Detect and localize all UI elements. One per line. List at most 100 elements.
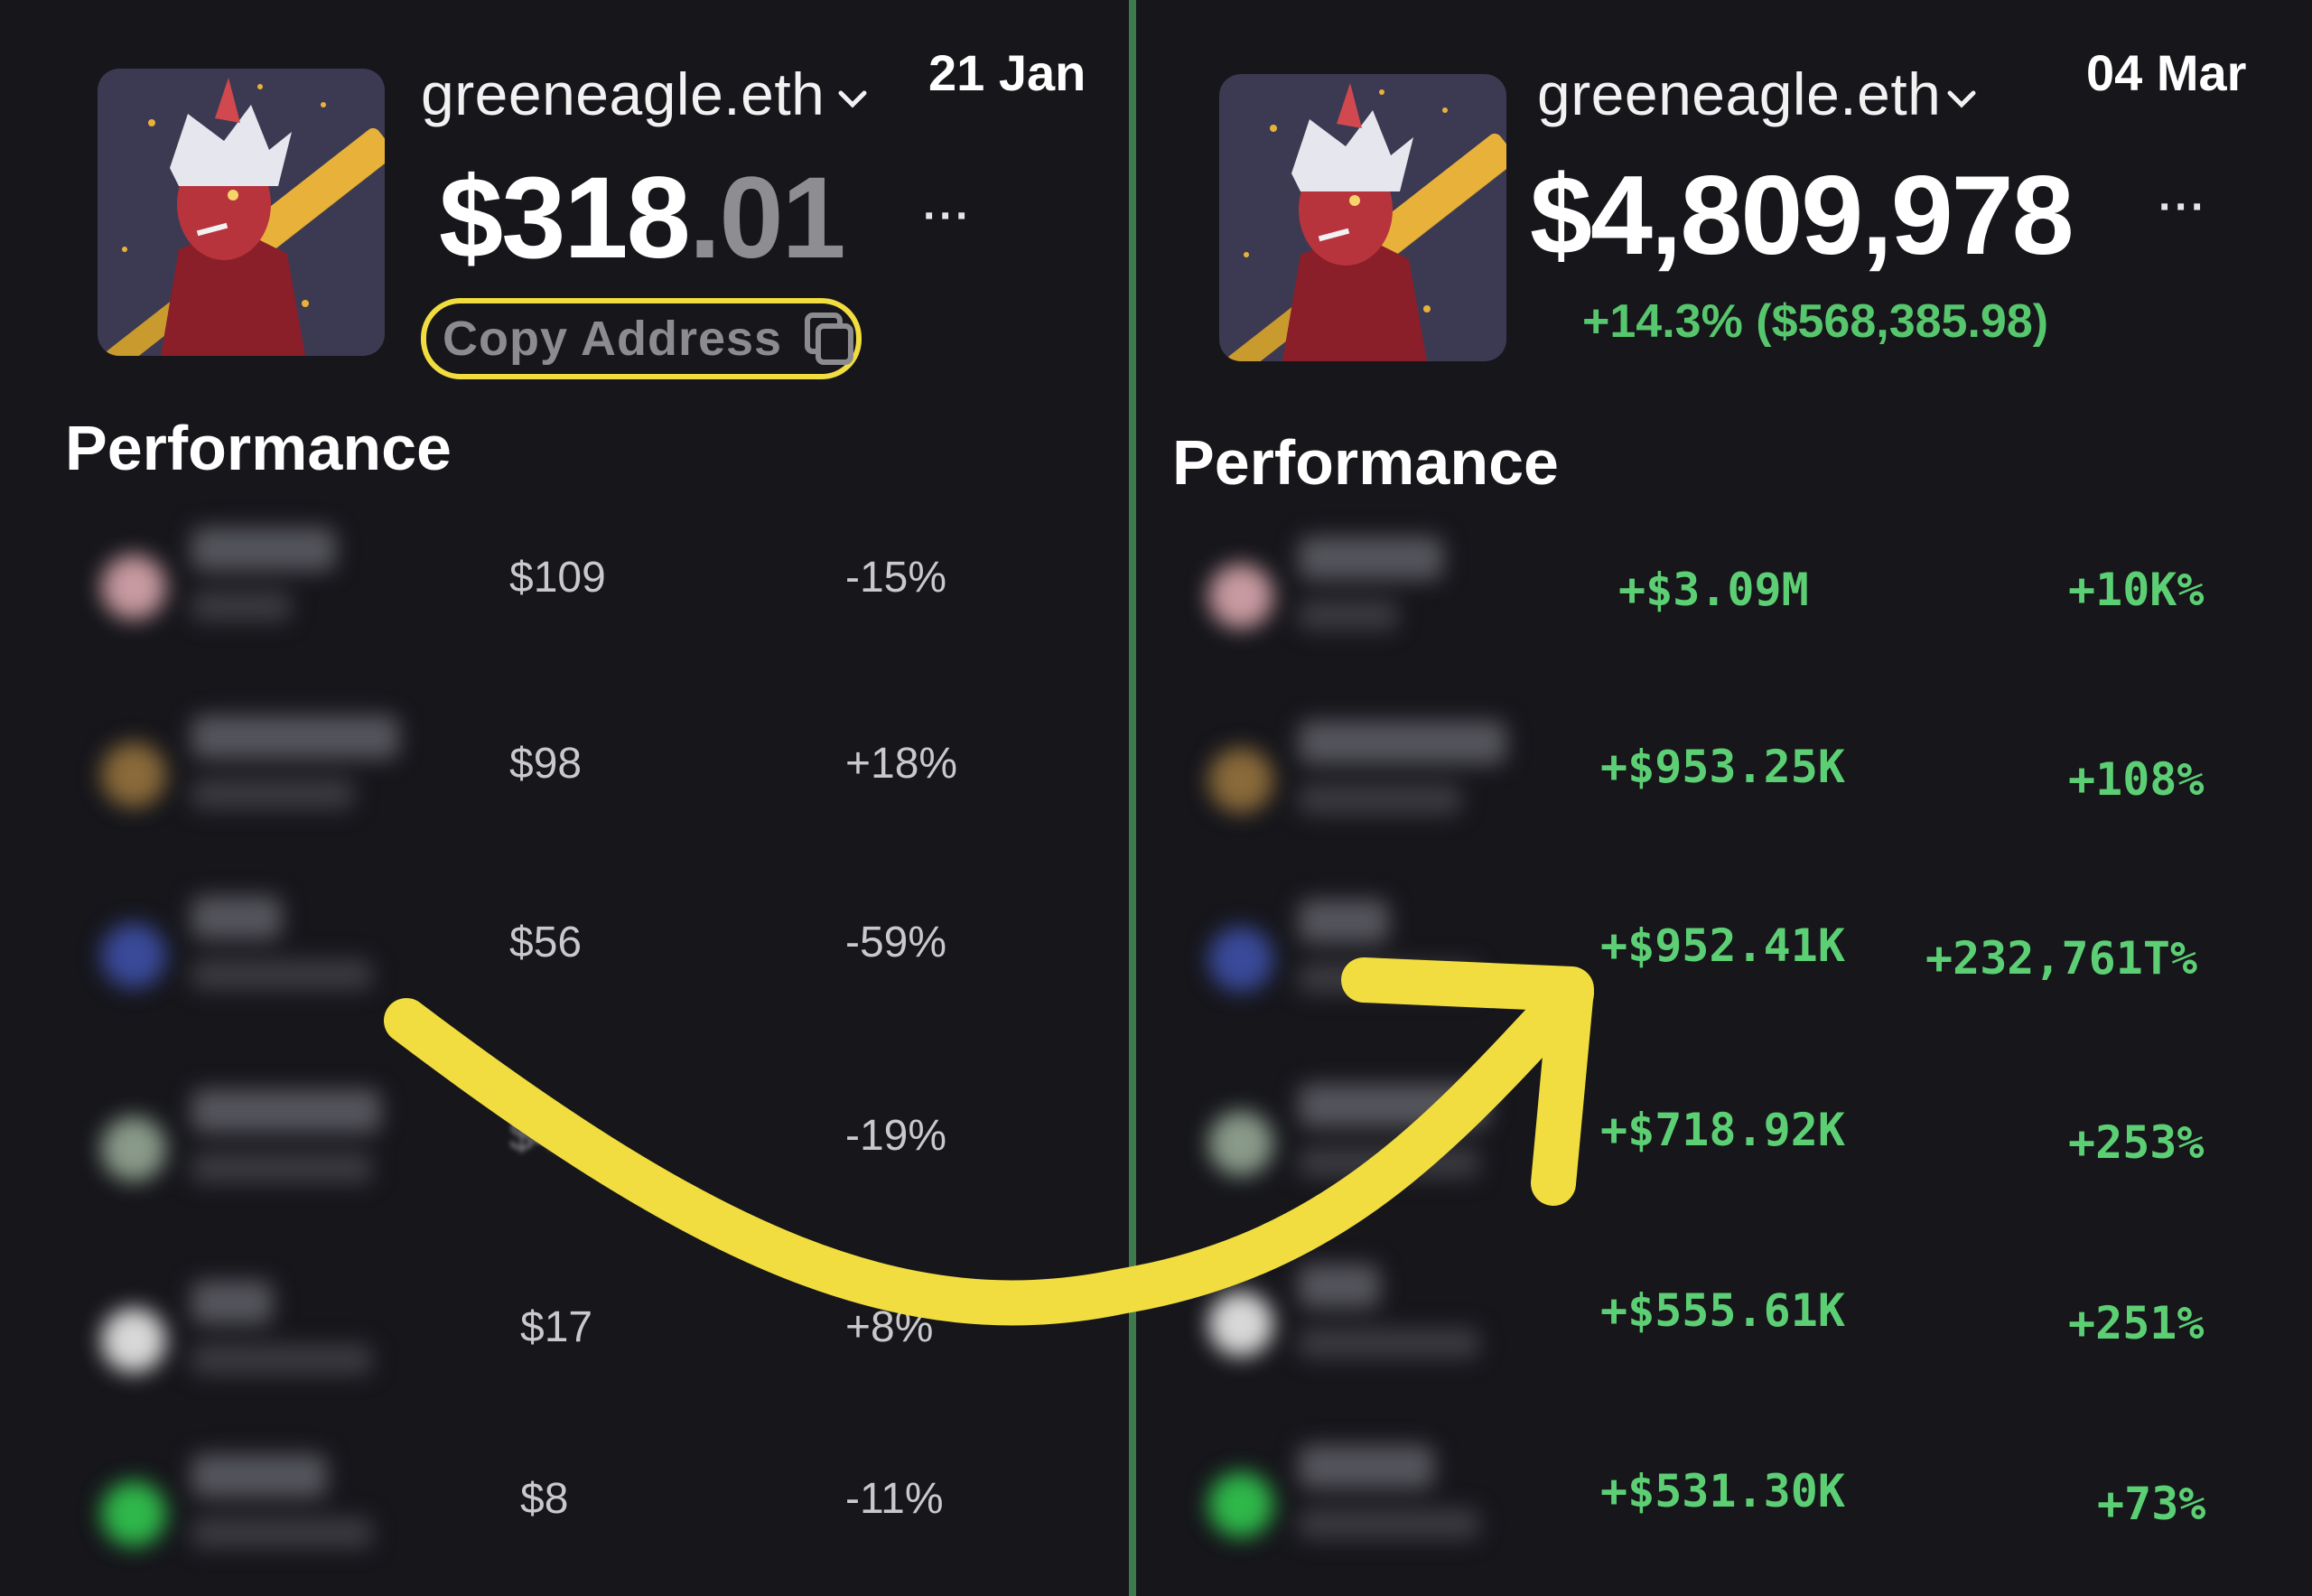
date-label: 04 Mar bbox=[2086, 44, 2247, 101]
token-subtitle bbox=[1299, 1328, 1479, 1358]
token-row[interactable]: $56 -59% bbox=[65, 869, 1058, 1050]
token-subtitle bbox=[191, 591, 291, 621]
copy-icon bbox=[805, 313, 854, 365]
token-value: $41 bbox=[509, 1112, 583, 1160]
token-subtitle bbox=[1299, 1147, 1479, 1178]
more-icon[interactable]: ··· bbox=[923, 191, 972, 241]
wallet-name: greeneagle.eth bbox=[421, 61, 825, 127]
token-pct: +73% bbox=[2097, 1478, 2206, 1530]
avatar[interactable] bbox=[98, 69, 385, 356]
token-info-blurred bbox=[65, 869, 462, 1050]
token-subtitle bbox=[1299, 1508, 1479, 1539]
token-row[interactable]: +$952.41K +232,761T% bbox=[1172, 873, 2274, 1053]
token-pct: -15% bbox=[845, 554, 947, 602]
token-row[interactable]: $8 -11% bbox=[65, 1427, 1058, 1596]
token-logo bbox=[101, 1116, 166, 1181]
token-row[interactable]: $109 -15% bbox=[65, 500, 1058, 681]
token-value: $56 bbox=[509, 919, 583, 966]
chevron-down-icon bbox=[1947, 90, 1976, 108]
token-info-blurred bbox=[1172, 873, 1570, 1053]
token-pct: -19% bbox=[845, 1112, 947, 1160]
token-name bbox=[191, 896, 282, 939]
token-logo bbox=[1208, 1111, 1273, 1176]
token-logo bbox=[1208, 927, 1273, 992]
token-logo bbox=[1208, 748, 1273, 813]
panel-jan: greeneagle.eth 21 Jan $318.01 ··· Copy A… bbox=[0, 0, 1129, 1596]
token-name bbox=[1299, 1084, 1488, 1127]
token-info-blurred bbox=[1172, 1418, 1570, 1596]
token-info-blurred bbox=[65, 1254, 462, 1434]
token-name bbox=[1299, 537, 1443, 580]
token-row[interactable]: +$531.30K +73% bbox=[1172, 1418, 2274, 1596]
token-subtitle bbox=[191, 1517, 372, 1548]
token-subtitle bbox=[191, 1153, 372, 1183]
token-pct: -59% bbox=[845, 919, 947, 966]
chevron-down-icon bbox=[838, 90, 867, 108]
token-row[interactable]: +$555.61K +251% bbox=[1172, 1237, 2274, 1418]
token-pct: +8% bbox=[845, 1303, 934, 1351]
section-title-performance: Performance bbox=[65, 413, 452, 483]
token-row[interactable]: +$718.92K +253% bbox=[1172, 1057, 2274, 1237]
token-pnl: +$952.41K bbox=[1600, 919, 1845, 972]
token-logo bbox=[1208, 1292, 1273, 1357]
token-row[interactable]: $17 +8% bbox=[65, 1254, 1058, 1434]
wallet-selector[interactable]: greeneagle.eth bbox=[1537, 60, 1977, 128]
wallet-name: greeneagle.eth bbox=[1537, 61, 1942, 127]
token-logo bbox=[101, 742, 166, 807]
token-logo bbox=[1208, 1472, 1273, 1537]
token-subtitle bbox=[191, 959, 372, 990]
token-value: $98 bbox=[509, 740, 583, 788]
token-subtitle bbox=[1299, 784, 1461, 815]
token-info-blurred bbox=[65, 1062, 462, 1243]
token-pct: -11% bbox=[845, 1475, 944, 1523]
token-logo bbox=[101, 1308, 166, 1373]
token-logo bbox=[101, 923, 166, 988]
token-value: $17 bbox=[520, 1303, 593, 1351]
token-pct: +18% bbox=[845, 740, 958, 788]
wallet-selector[interactable]: greeneagle.eth bbox=[421, 60, 868, 128]
avatar[interactable] bbox=[1219, 74, 1506, 361]
balance-cents: .01 bbox=[688, 154, 846, 283]
panel-divider bbox=[1129, 0, 1136, 1596]
token-name bbox=[191, 1089, 381, 1133]
token-pnl: +$718.92K bbox=[1600, 1104, 1845, 1156]
avatar-image bbox=[1219, 74, 1506, 361]
token-name bbox=[191, 1281, 273, 1324]
token-pnl: +$555.61K bbox=[1600, 1284, 1845, 1337]
token-subtitle bbox=[191, 1344, 372, 1375]
token-pct: +232,761T% bbox=[1925, 932, 2198, 985]
token-row[interactable]: $98 +18% bbox=[65, 688, 1058, 869]
token-row[interactable]: +$3.09M +10K% bbox=[1172, 509, 2274, 690]
token-info-blurred bbox=[1172, 694, 1570, 874]
more-icon[interactable]: ··· bbox=[2158, 182, 2207, 232]
section-title-performance: Performance bbox=[1172, 427, 1559, 498]
token-logo bbox=[1208, 564, 1273, 629]
token-pnl: +$3.09M bbox=[1618, 564, 1809, 616]
token-row[interactable]: $41 -19% bbox=[65, 1062, 1058, 1243]
token-logo bbox=[101, 555, 166, 620]
token-info-blurred bbox=[1172, 509, 1570, 690]
token-info-blurred bbox=[1172, 1057, 1570, 1237]
token-pct: +108% bbox=[2068, 753, 2205, 806]
date-label: 21 Jan bbox=[928, 44, 1086, 101]
token-info-blurred bbox=[65, 1427, 462, 1596]
token-subtitle bbox=[191, 779, 354, 809]
copy-address-label: Copy Address bbox=[443, 312, 783, 366]
token-row[interactable]: +$953.25K +108% bbox=[1172, 694, 2274, 874]
token-name bbox=[1299, 900, 1389, 943]
balance-whole: $318 bbox=[439, 154, 691, 283]
token-value: $8 bbox=[520, 1475, 569, 1523]
copy-address-button[interactable]: Copy Address bbox=[421, 298, 862, 379]
token-info-blurred bbox=[65, 688, 462, 869]
token-subtitle bbox=[1299, 963, 1479, 994]
token-value: $109 bbox=[509, 554, 606, 602]
token-name bbox=[1299, 1445, 1434, 1489]
balance-change: +14.3% ($568,385.98) bbox=[1582, 295, 2049, 348]
token-name bbox=[1299, 1265, 1380, 1308]
token-pnl: +$953.25K bbox=[1600, 741, 1845, 793]
token-name bbox=[1299, 721, 1506, 764]
token-info-blurred bbox=[65, 500, 462, 681]
token-pnl: +$531.30K bbox=[1600, 1465, 1845, 1517]
panel-mar: greeneagle.eth 04 Mar $4,809,978 ··· +14… bbox=[1136, 0, 2312, 1596]
token-subtitle bbox=[1299, 600, 1398, 630]
